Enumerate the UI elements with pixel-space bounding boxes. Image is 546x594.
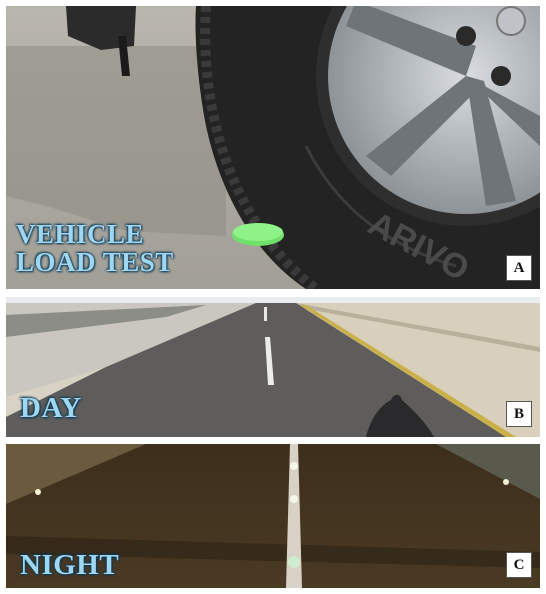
panel-letter-c: C (506, 552, 532, 578)
panel-night: NIGHT C (6, 444, 540, 588)
caption-line-2: LOAD TEST (16, 247, 174, 278)
panel-day: DAY B (6, 297, 540, 437)
caption-line-1: VEHICLE (16, 219, 145, 249)
panel-vehicle-load-test: ARIVO VEHICLE LOAD TEST A (6, 6, 540, 289)
caption-night: NIGHT (20, 549, 120, 581)
road-stud-light (288, 556, 300, 568)
panel-letter-b: B (506, 401, 532, 427)
caption-vehicle-load-test: VEHICLE LOAD TEST (16, 220, 174, 277)
road-stud-light (290, 495, 298, 503)
day-road-photo (6, 297, 540, 437)
road-stud-light (290, 462, 298, 470)
panel-letter-a: A (506, 255, 532, 281)
caption-day: DAY (20, 392, 82, 424)
